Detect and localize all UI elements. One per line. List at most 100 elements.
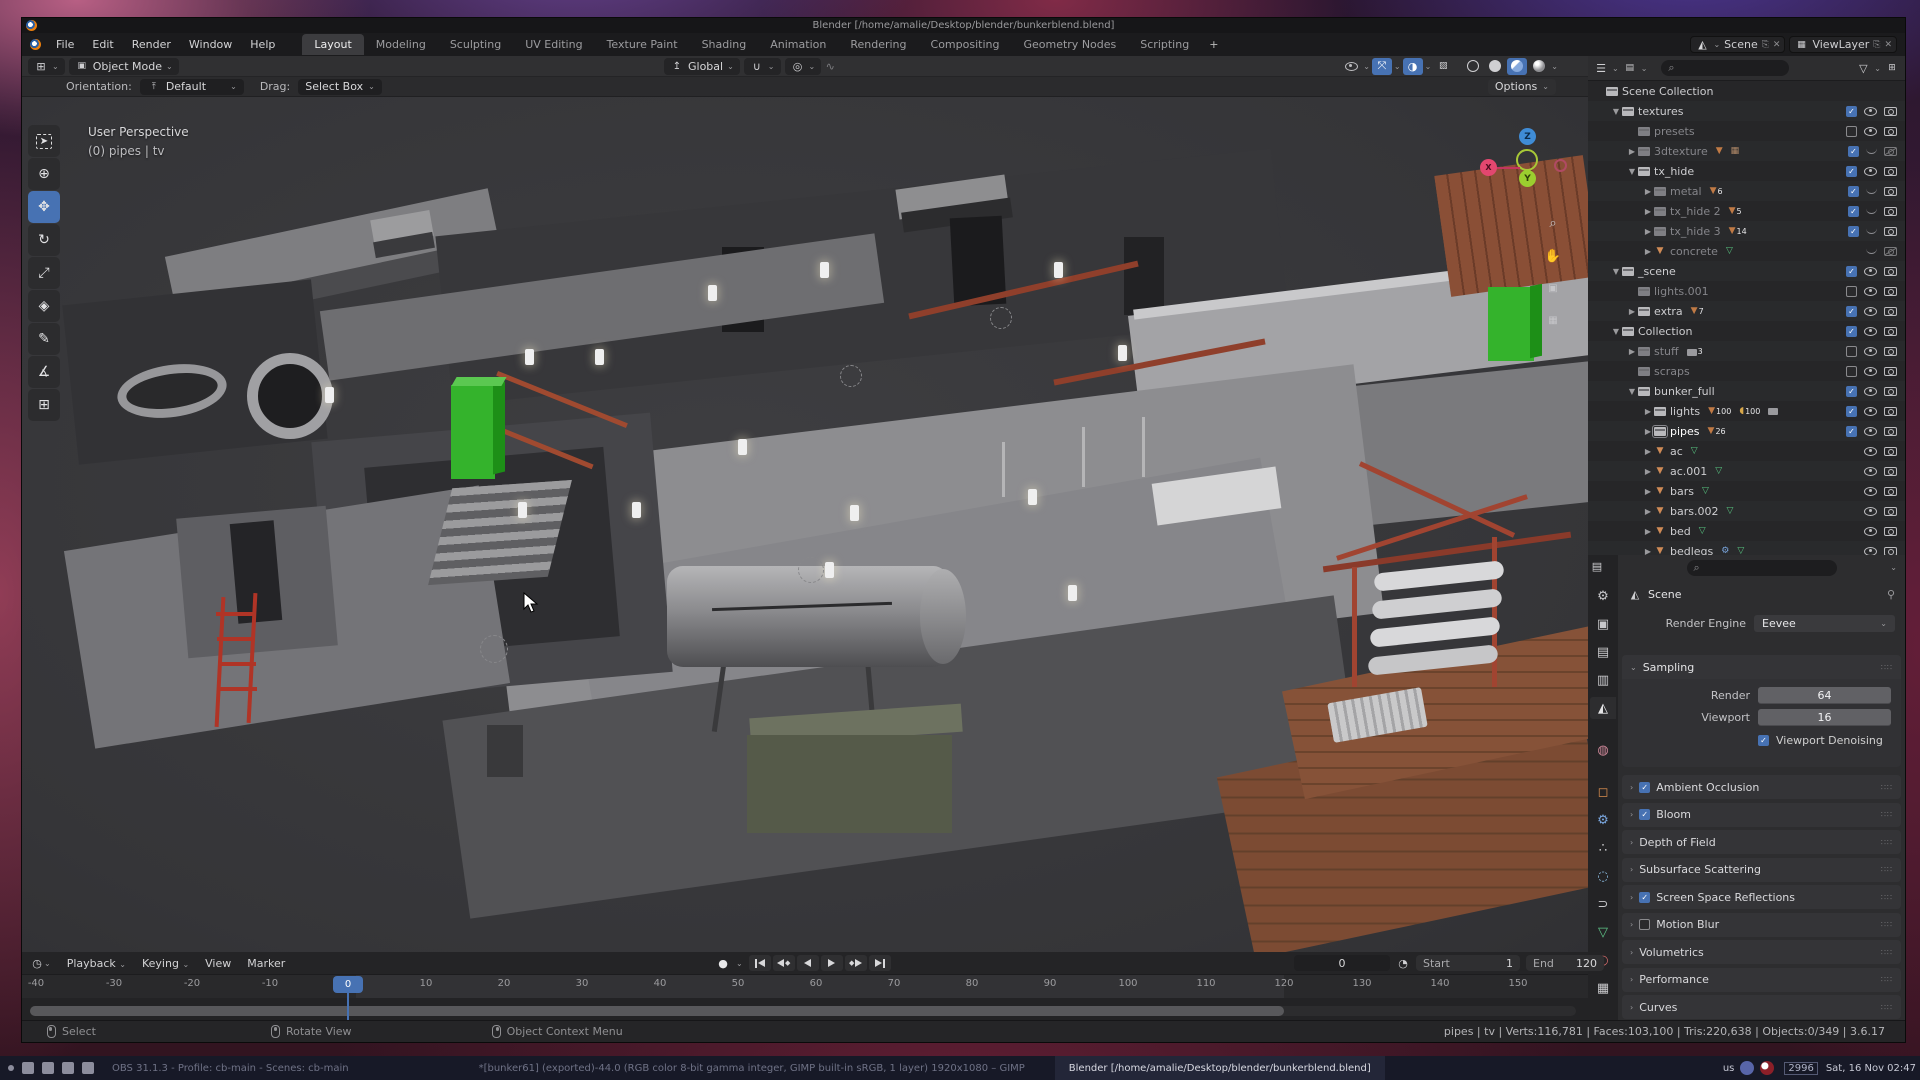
frame-end-field[interactable]: End 120	[1526, 955, 1604, 971]
properties-tab-physics[interactable]: ◌	[1590, 865, 1616, 887]
tab-modeling[interactable]: Modeling	[364, 34, 438, 55]
shading-wireframe-button[interactable]	[1463, 58, 1483, 75]
panel-curves[interactable]: ›Curves	[1622, 995, 1901, 1019]
pin-icon[interactable]: ⚲	[1887, 588, 1895, 601]
menu-file[interactable]: File	[47, 35, 83, 54]
outliner-search-input[interactable]: ⌕	[1661, 60, 1789, 76]
discord-tray-icon[interactable]	[1740, 1061, 1754, 1075]
outliner-row-bars[interactable]: ▶▼bars▽	[1588, 481, 1905, 501]
panel-grip-icon[interactable]	[1881, 893, 1893, 902]
menu-help[interactable]: Help	[241, 35, 284, 54]
gizmo-x-axis[interactable]: X	[1480, 159, 1497, 176]
chevron-down-icon[interactable]: ⌄	[1890, 563, 1897, 572]
expander-icon[interactable]: ▶	[1642, 467, 1654, 476]
pan-hand-icon[interactable]: ✋	[1540, 243, 1566, 269]
camera-visibility-icon[interactable]	[1884, 327, 1897, 336]
outliner-row-presets[interactable]: presets	[1588, 121, 1905, 141]
mode-selector[interactable]: ▣ Object Mode ⌄	[69, 58, 179, 75]
exclude-checkbox[interactable]	[1846, 286, 1857, 297]
viewport-menu-select[interactable]	[197, 64, 213, 68]
camera-visibility-icon[interactable]	[1884, 107, 1897, 116]
panel-checkbox[interactable]	[1639, 919, 1650, 930]
keyboard-layout-indicator[interactable]: us	[1723, 1063, 1735, 1074]
camera-visibility-icon[interactable]	[1884, 507, 1897, 516]
menu-edit[interactable]: Edit	[83, 35, 122, 54]
tool-select-box[interactable]: ➤	[28, 125, 60, 157]
expander-icon[interactable]: ▶	[1626, 347, 1638, 356]
taskbar-obs-window[interactable]: OBS 31.1.3 - Profile: cb-main - Scenes: …	[112, 1063, 349, 1074]
shading-material-button[interactable]	[1507, 58, 1527, 75]
eye-open-icon[interactable]	[1864, 127, 1877, 136]
gizmo-z-axis[interactable]: Z	[1519, 128, 1536, 145]
expander-icon[interactable]: ▼	[1610, 267, 1622, 276]
tab-texture-paint[interactable]: Texture Paint	[595, 34, 690, 55]
eye-closed-icon[interactable]	[1866, 188, 1877, 194]
properties-tab-tool[interactable]: ⚙	[1590, 585, 1616, 607]
show-gizmo-toggle[interactable]: ⤧	[1372, 58, 1392, 75]
timeline-menu-playback[interactable]: Playback ⌄	[59, 955, 134, 972]
properties-tab-constraints[interactable]: ⊃	[1590, 893, 1616, 915]
properties-tab-world[interactable]: ◍	[1590, 739, 1616, 761]
tab-layout[interactable]: Layout	[302, 34, 363, 55]
eye-open-icon[interactable]	[1864, 407, 1877, 416]
exclude-checkbox[interactable]: ✓	[1848, 206, 1859, 217]
add-workspace-button[interactable]: +	[1201, 35, 1226, 54]
camera-view-icon[interactable]: ▣	[1540, 275, 1566, 301]
tool-scale[interactable]: ⤢	[28, 257, 60, 289]
expander-icon[interactable]: ▶	[1626, 307, 1638, 316]
camera-visibility-icon[interactable]	[1884, 167, 1897, 176]
taskbar-window-icon[interactable]	[8, 1065, 14, 1071]
camera-visibility-icon[interactable]	[1884, 247, 1897, 256]
camera-visibility-icon[interactable]	[1884, 147, 1897, 156]
properties-tab-modifiers[interactable]: ⚙	[1590, 809, 1616, 831]
eye-open-icon[interactable]	[1864, 287, 1877, 296]
new-viewlayer-icon[interactable]: ⎘	[1873, 40, 1880, 50]
taskbar-window-icon[interactable]	[22, 1062, 34, 1074]
orientation-dropdown[interactable]: ⤒ Default ⌄	[140, 79, 244, 95]
panel-grip-icon[interactable]	[1881, 783, 1893, 792]
panel-ambient-occlusion[interactable]: ›✓Ambient Occlusion	[1622, 775, 1901, 799]
blender-menu-icon[interactable]	[30, 39, 41, 50]
panel-grip-icon[interactable]	[1881, 920, 1893, 929]
3d-viewport[interactable]: .lght{width:9px;height:16px;border-radiu…	[22, 97, 1588, 952]
outliner-row-collection[interactable]: ▼Collection✓	[1588, 321, 1905, 341]
play-button[interactable]	[821, 955, 843, 971]
outliner-row-tx-hide-2[interactable]: ▶tx_hide 2▼5✓	[1588, 201, 1905, 221]
jump-start-button[interactable]	[749, 955, 771, 971]
shading-rendered-button[interactable]	[1529, 58, 1549, 75]
camera-visibility-icon[interactable]	[1884, 267, 1897, 276]
editor-type-selector[interactable]: ⊞⌄	[28, 58, 65, 75]
tab-compositing[interactable]: Compositing	[919, 34, 1012, 55]
eye-open-icon[interactable]	[1864, 487, 1877, 496]
outliner-row-metal[interactable]: ▶metal▼6✓	[1588, 181, 1905, 201]
expander-icon[interactable]: ▶	[1642, 247, 1654, 256]
tab-animation[interactable]: Animation	[758, 34, 838, 55]
sampling-panel-header[interactable]: ⌄ Sampling	[1622, 655, 1901, 679]
tool-transform[interactable]: ◈	[28, 290, 60, 322]
panel-grip-icon[interactable]	[1881, 975, 1893, 984]
shading-solid-button[interactable]	[1485, 58, 1505, 75]
panel-bloom[interactable]: ›✓Bloom	[1622, 803, 1901, 827]
camera-visibility-icon[interactable]	[1884, 487, 1897, 496]
outliner-editor-icon[interactable]: ☰	[1594, 61, 1608, 75]
camera-visibility-icon[interactable]	[1884, 447, 1897, 456]
camera-visibility-icon[interactable]	[1884, 467, 1897, 476]
exclude-checkbox[interactable]: ✓	[1846, 266, 1857, 277]
timeline-editor-icon[interactable]: ◷	[30, 956, 44, 970]
panel-performance[interactable]: ›Performance	[1622, 968, 1901, 992]
viewport-menu-view[interactable]	[181, 64, 197, 68]
zoom-icon[interactable]: ⌕	[1540, 210, 1566, 236]
eye-open-icon[interactable]	[1864, 267, 1877, 276]
outliner-row-textures[interactable]: ▼textures✓	[1588, 101, 1905, 121]
panel-depth-of-field[interactable]: ›Depth of Field	[1622, 830, 1901, 854]
viewport-menu-add[interactable]	[213, 64, 229, 68]
outliner-row-bars-002[interactable]: ▶▼bars.002▽	[1588, 501, 1905, 521]
outliner-row-concrete[interactable]: ▶▼concrete▽	[1588, 241, 1905, 261]
exclude-checkbox[interactable]: ✓	[1846, 106, 1857, 117]
eye-closed-icon[interactable]	[1866, 148, 1877, 154]
tool-add-cube[interactable]: ⊞	[28, 389, 60, 421]
panel-motion-blur[interactable]: ›Motion Blur	[1622, 913, 1901, 937]
panel-screen-space-reflections[interactable]: ›✓Screen Space Reflections	[1622, 885, 1901, 909]
exclude-checkbox[interactable]: ✓	[1846, 406, 1857, 417]
properties-tab-data[interactable]: ▽	[1590, 921, 1616, 943]
